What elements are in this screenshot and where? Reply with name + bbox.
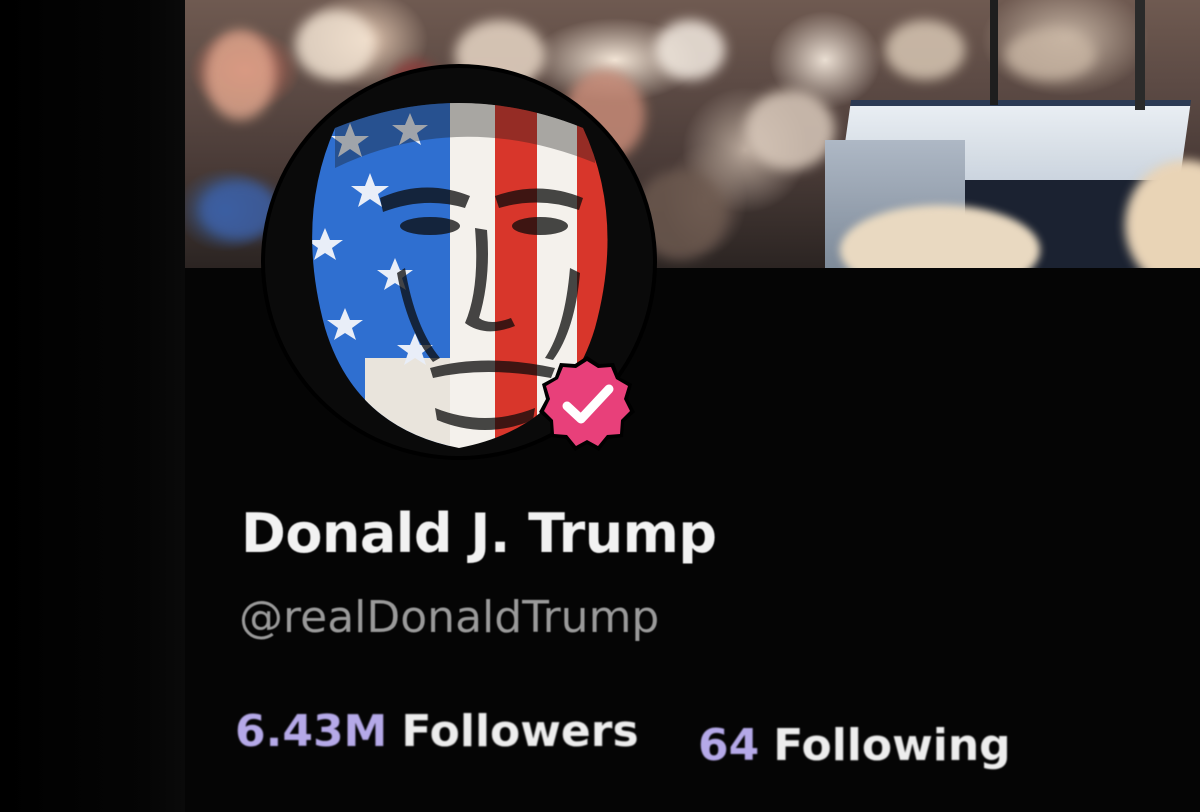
followers-link[interactable]: 6.43M Followers [235,706,639,757]
followers-label: Followers [401,706,639,757]
mic-stand-graphic-2 [990,0,998,105]
user-handle: @realDonaldTrump [239,592,660,643]
screen-bezel [0,0,185,812]
photo-frame: Donald J. Trump @realDonaldTrump 6.43M Fo… [0,0,1200,812]
verified-check-icon[interactable] [539,356,635,452]
follow-stats: 6.43M Followers 64 Following [235,706,1055,771]
display-name: Donald J. Trump [241,502,717,565]
following-count: 64 [697,720,760,771]
verified-badge-shape [539,356,635,451]
profile-page: Donald J. Trump @realDonaldTrump 6.43M Fo… [185,0,1200,812]
mic-stand-graphic [1135,0,1145,110]
following-link[interactable]: 64 Following [698,720,1011,771]
followers-count: 6.43M [235,706,388,757]
following-label: Following [773,720,1011,771]
